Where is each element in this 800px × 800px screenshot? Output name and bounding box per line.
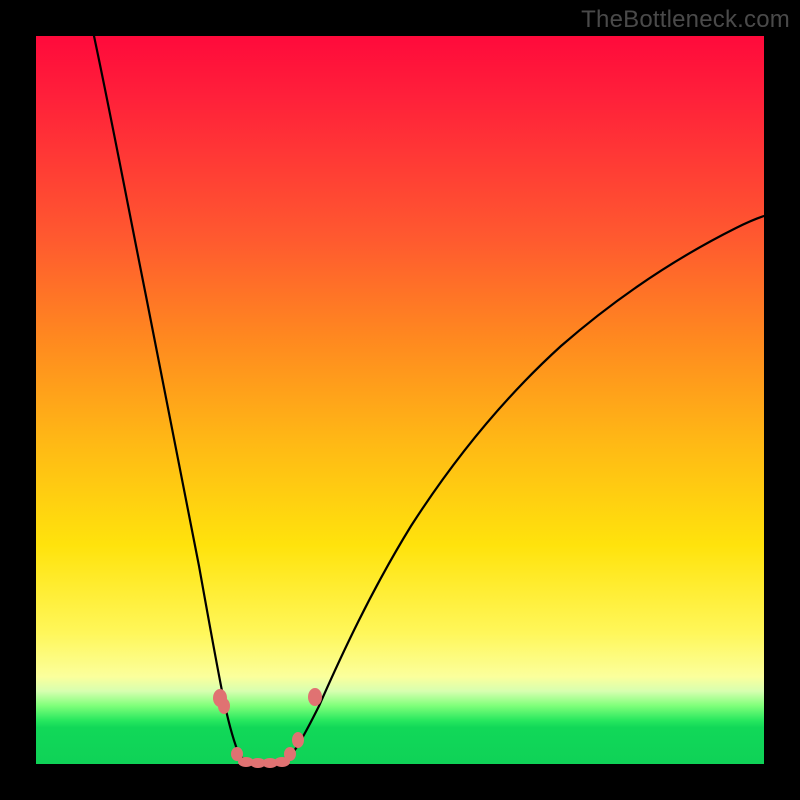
marker-dot <box>308 688 322 706</box>
watermark-text: TheBottleneck.com <box>581 6 790 34</box>
curve-right-branch <box>284 216 764 763</box>
curve-layer <box>36 36 764 764</box>
chart-frame: TheBottleneck.com <box>0 0 800 800</box>
curve-left-branch <box>94 36 254 763</box>
marker-dot <box>218 698 230 714</box>
marker-dot <box>284 747 296 761</box>
plot-area <box>36 36 764 764</box>
marker-dot <box>292 732 304 748</box>
